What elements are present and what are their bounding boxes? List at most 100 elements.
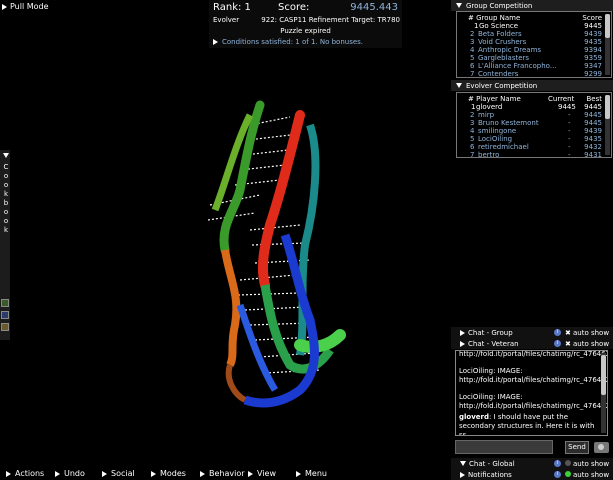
chat-group-row[interactable]: Chat - Group i ✖ auto show <box>451 327 613 338</box>
column-header: Score <box>582 14 602 22</box>
recipe-icon[interactable] <box>1 311 9 319</box>
close-icon[interactable]: ✖ <box>565 329 571 337</box>
puzzle-info: 922: CASP11 Refinement Target: TR780 <box>261 16 400 24</box>
auto-show-toggle[interactable]: auto show <box>573 471 609 479</box>
chat-global-label: Chat - Global <box>469 459 515 468</box>
notifications-row[interactable]: Notifications i auto show <box>451 469 613 480</box>
conditions-text: Conditions satisfied: 1 of 1. No bonuses… <box>222 38 364 46</box>
status-dot-icon[interactable] <box>565 460 571 466</box>
expand-icon <box>55 470 60 477</box>
cookbook-label: C o o k b o o k <box>3 163 9 234</box>
protein-structure-view[interactable] <box>190 95 350 420</box>
expand-icon <box>213 39 218 45</box>
chat-input[interactable] <box>455 440 553 454</box>
menu-undo[interactable]: Undo <box>55 469 85 478</box>
auto-show-toggle[interactable]: auto show <box>573 340 609 348</box>
column-header: Current <box>548 95 575 103</box>
expand-icon <box>6 470 11 477</box>
list-item[interactable]: 5 Gargleblasters 9359 <box>460 54 602 62</box>
evolver-competition-header[interactable]: Evolver Competition <box>451 80 613 91</box>
notifications-label: Notifications <box>468 470 512 479</box>
list-item[interactable]: 6 L'Alliance Francopho... 9347 <box>460 62 602 70</box>
menu-social[interactable]: Social <box>102 469 135 478</box>
group-competition-title: Group Competition <box>466 1 533 10</box>
chat-message-log[interactable]: http://fold.it/portal/files/chatimg/rc_4… <box>455 350 608 436</box>
expand-icon <box>151 470 156 477</box>
mode-label: Pull Mode <box>10 2 49 11</box>
score-label: Score: <box>278 2 310 13</box>
chat-message: http://fold.it/portal/files/chatimg/rc_4… <box>459 376 608 384</box>
column-header: # Group Name <box>468 14 521 22</box>
expand-icon <box>460 471 465 478</box>
auto-show-toggle[interactable]: auto show <box>573 329 609 337</box>
chat-message: LociOiling: IMAGE: <box>459 367 523 375</box>
auto-show-toggle[interactable]: auto show <box>573 460 609 468</box>
chat-group-label: Chat - Group <box>468 328 513 337</box>
conditions-toggle[interactable]: Conditions satisfied: 1 of 1. No bonuses… <box>213 38 363 46</box>
camera-icon[interactable] <box>594 442 609 453</box>
collapse-icon <box>460 461 466 466</box>
menu-view[interactable]: View <box>248 469 276 478</box>
menu-actions[interactable]: Actions <box>6 469 44 478</box>
info-icon[interactable]: i <box>554 340 561 347</box>
collapse-icon <box>456 83 462 88</box>
collapse-icon[interactable] <box>3 153 9 158</box>
score-panel: Rank: 1 Score: 9445.443 Evolver 922: CAS… <box>209 0 402 48</box>
info-icon[interactable]: i <box>554 329 561 336</box>
recipe-icon[interactable] <box>1 323 9 331</box>
column-header: # Player Name <box>468 95 521 103</box>
expand-icon <box>460 340 465 347</box>
expand-icon <box>2 3 7 10</box>
list-item[interactable]: 4 smilingone - 9439 <box>460 127 602 135</box>
puzzle-status: Puzzle expired <box>280 27 331 35</box>
list-item[interactable]: 2 Beta Folders 9439 <box>460 30 602 38</box>
recipe-icon[interactable] <box>1 299 9 307</box>
close-icon[interactable]: ✖ <box>565 340 571 348</box>
list-item[interactable]: 4 Anthropic Dreams 9394 <box>460 46 602 54</box>
bottom-menu-bar: Actions Undo Social Modes Behavior View … <box>0 468 451 480</box>
rank-label: Rank: 1 <box>213 2 251 13</box>
group-competition-header[interactable]: Group Competition <box>451 0 613 11</box>
expand-icon <box>102 470 107 477</box>
scrollbar-thumb[interactable] <box>605 14 610 38</box>
info-icon[interactable]: i <box>554 471 561 478</box>
chat-message: gloverd: I should have put the secondary… <box>459 413 595 436</box>
expand-icon <box>248 470 253 477</box>
cookbook-panel[interactable]: C o o k b o o k <box>0 150 10 340</box>
expand-icon <box>200 470 205 477</box>
chat-author: gloverd <box>459 413 489 421</box>
chat-veteran-label: Chat - Veteran <box>468 339 519 348</box>
list-item[interactable]: 2 mirp - 9445 <box>460 111 602 119</box>
menu-menu[interactable]: Menu <box>296 469 327 478</box>
status-dot-icon[interactable] <box>565 471 571 477</box>
menu-behavior[interactable]: Behavior <box>200 469 245 478</box>
chat-message: http://fold.it/portal/files/chatimg/rc_4… <box>459 350 608 358</box>
evolver-label: Evolver <box>213 16 240 24</box>
score-value: 9445.443 <box>350 2 398 13</box>
group-competition-list[interactable]: # Group Name Score 1 Go Science 9445 2 B… <box>456 11 612 78</box>
send-button[interactable]: Send <box>565 441 589 454</box>
list-item[interactable]: 3 Void Crushers 9435 <box>460 38 602 46</box>
collapse-icon <box>456 3 462 8</box>
chat-veteran-row[interactable]: Chat - Veteran i ✖ auto show <box>451 338 613 349</box>
expand-icon <box>460 329 465 336</box>
chat-global-row[interactable]: Chat - Global i auto show <box>451 458 613 469</box>
scrollbar-thumb[interactable] <box>601 355 606 395</box>
expand-icon <box>296 470 301 477</box>
list-item[interactable]: 6 retiredmichael - 9432 <box>460 143 602 151</box>
list-item[interactable]: 7 bertro - 9431 <box>460 151 602 159</box>
menu-modes[interactable]: Modes <box>151 469 186 478</box>
evolver-competition-list[interactable]: # Player Name Current Best 1 gloverd 944… <box>456 92 612 159</box>
list-item[interactable]: 7 Contenders 9299 <box>460 70 602 78</box>
scrollbar-thumb[interactable] <box>605 95 610 119</box>
evolver-competition-title: Evolver Competition <box>466 81 538 90</box>
chat-message: LociOiling: IMAGE: <box>459 393 523 401</box>
info-icon[interactable]: i <box>554 460 561 467</box>
list-item[interactable]: 1 Go Science 9445 <box>460 22 602 30</box>
list-item[interactable]: 1 gloverd 9445 9445 <box>460 103 602 111</box>
chat-message: http://fold.it/portal/files/chatimg/rc_4… <box>459 402 608 410</box>
column-header: Best <box>586 95 602 103</box>
list-item[interactable]: 3 Bruno Kestemont - 9445 <box>460 119 602 127</box>
list-item[interactable]: 5 LociOiling - 9435 <box>460 135 602 143</box>
pull-mode-toggle[interactable]: Pull Mode <box>2 2 49 11</box>
